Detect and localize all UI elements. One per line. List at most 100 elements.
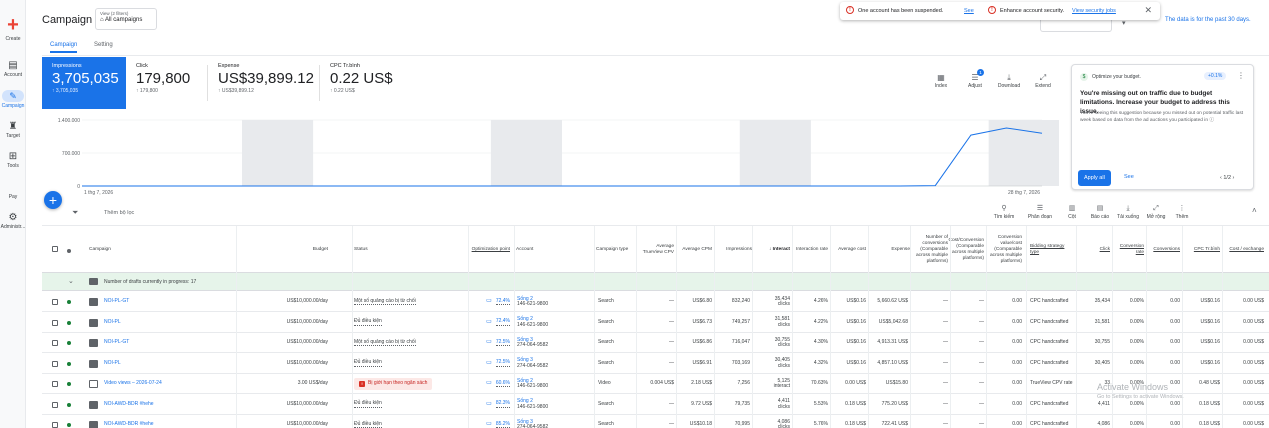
search-button[interactable]: ⚲ Tìm kiếm xyxy=(990,204,1018,220)
row-checkbox[interactable] xyxy=(52,360,58,367)
col-conversion-value[interactable]: Conversion value/cost (Comparable across… xyxy=(986,230,1022,270)
adjust-button[interactable]: ☰ Adjust 1 xyxy=(960,69,990,89)
optimization-cell[interactable]: ▭ 72.4% xyxy=(468,313,510,333)
row-checkbox[interactable] xyxy=(52,381,58,387)
download-table-button[interactable]: ⤓ Tải xuống xyxy=(1114,204,1142,220)
optimization-cell[interactable]: ▭ 82.3% xyxy=(468,395,510,415)
campaign-name-link[interactable]: NOI-PL-GT xyxy=(104,299,129,305)
col-campaign[interactable]: Campaign xyxy=(89,230,229,270)
metric-click[interactable]: Click 179,800 ↑ 179,800 xyxy=(126,57,208,109)
col-budget[interactable]: Budget xyxy=(236,230,328,270)
chevron-up-icon[interactable]: ˄ xyxy=(1252,206,1257,215)
col-impressions[interactable]: Impressions xyxy=(714,230,752,270)
create-button[interactable]: + Create xyxy=(0,14,26,42)
col-avg-cost[interactable]: Average cost xyxy=(830,230,866,270)
table-row[interactable]: NOI-PL US$10,000.00/day Đủ điều kiện ▭ 72.4%… xyxy=(42,313,1269,333)
table-row[interactable]: NOI-AWD-BDR #hehe US$10,000.00/day Đủ điều… xyxy=(42,395,1269,415)
col-optimization[interactable]: Optimization point xyxy=(472,247,510,253)
tab-campaign[interactable]: Campaign xyxy=(50,42,78,53)
col-interaction-rate[interactable]: Interaction rate xyxy=(792,230,828,270)
budget-cell[interactable]: US$10,000.00/day xyxy=(236,415,328,428)
row-checkbox[interactable] xyxy=(52,319,58,326)
optimization-cell[interactable]: ▭ 72.4% xyxy=(468,292,510,312)
download-button[interactable]: ⤓ Download xyxy=(994,73,1024,89)
segment-button[interactable]: ☰ Phân đoạn xyxy=(1026,204,1054,220)
rail-item-tools[interactable]: ⊞ Tools xyxy=(0,151,26,169)
table-row[interactable]: NOI-PL-GT US$10,000.00/day Một số quảng cá… xyxy=(42,292,1269,312)
row-checkbox[interactable] xyxy=(52,299,58,305)
index-button[interactable]: ▦ Index xyxy=(926,73,956,89)
budget-cell[interactable]: 3.00 US$/day xyxy=(236,374,328,394)
see-button[interactable]: See xyxy=(1124,174,1134,180)
date-range-selector[interactable] xyxy=(1040,20,1112,32)
alert-see-link[interactable]: See xyxy=(964,8,974,14)
col-status[interactable]: Status xyxy=(354,230,464,270)
rail-item-account[interactable]: ▤ Account xyxy=(0,60,26,78)
col-cpc[interactable]: CPC Tr.bình xyxy=(1194,247,1220,253)
table-row[interactable]: NOI-PL US$10,000.00/day Đủ điều kiện ▭ 72.5%… xyxy=(42,354,1269,374)
extend-button[interactable]: ⤢ Extend xyxy=(1028,73,1058,89)
table-row[interactable]: NOI-PL-GT US$10,000.00/day Một số quảng cá… xyxy=(42,333,1269,353)
chevron-right-icon[interactable]: › xyxy=(1231,175,1235,181)
columns-button[interactable]: ▥ Cột xyxy=(1058,204,1086,220)
rail-item-admin[interactable]: ⚙ Administr... xyxy=(0,212,26,230)
more-vert-icon[interactable]: ⋮ xyxy=(1237,71,1245,80)
col-conversions[interactable]: Conversions xyxy=(1153,247,1180,253)
col-expense[interactable]: Expense xyxy=(868,230,910,270)
budget-cell[interactable]: US$10,000.00/day xyxy=(236,333,328,353)
optimization-cell[interactable]: ▭ 60.6% xyxy=(468,374,510,394)
optimization-cell[interactable]: ▭ 85.2% xyxy=(468,415,510,428)
select-all-checkbox[interactable] xyxy=(52,246,58,252)
chevron-down-icon[interactable]: ⌄ xyxy=(68,277,74,285)
metric-cpc[interactable]: CPC Tr.bình 0.22 US$ ↑ 0.22 US$ xyxy=(320,57,410,109)
col-avg-tv-cpv[interactable]: Average TrueView CPV xyxy=(638,230,674,270)
metric-expense[interactable]: Expense US$39,899.12 ↑ US$39,899.12 xyxy=(208,57,320,109)
conversions-cell: 0.00 xyxy=(1170,339,1180,346)
col-conversions-comparable[interactable]: Number of conversions (Comparable across… xyxy=(910,230,948,270)
col-cost-conversion[interactable]: Cost/Conversion (Comparable across multi… xyxy=(949,230,984,270)
optimization-cell[interactable]: ▭ 72.5% xyxy=(468,354,510,374)
table-row[interactable]: Video views – 2026-07-24 3.00 US$/day ! Bị … xyxy=(42,374,1269,394)
row-checkbox[interactable] xyxy=(52,340,58,346)
search-campaign-icon xyxy=(89,318,98,327)
col-avg-cpm[interactable]: Average CPM xyxy=(678,230,712,270)
cpm-cell: US$6.91 xyxy=(692,359,712,366)
row-checkbox[interactable] xyxy=(52,401,58,408)
budget-cell[interactable]: US$10,000.00/day xyxy=(236,313,328,333)
row-checkbox[interactable] xyxy=(52,422,58,428)
table-row[interactable]: NOI-AWD-BDR #hehe US$10,000.00/day Đủ điều… xyxy=(42,415,1269,428)
apply-all-button[interactable]: Apply all xyxy=(1078,170,1111,186)
campaign-name-link[interactable]: NOI-PL-GT xyxy=(104,340,129,346)
campaign-name-link[interactable]: NOI-PL xyxy=(104,319,121,326)
campaign-name-link[interactable]: NOI-PL xyxy=(104,360,121,367)
metric-impressions[interactable]: Impressions 3,705,035 ↑ 3,705,035 xyxy=(42,57,126,109)
budget-cell[interactable]: US$10,000.00/day xyxy=(236,395,328,415)
budget-cell[interactable]: US$10,000.00/day xyxy=(236,354,328,374)
tab-setting[interactable]: Setting xyxy=(94,42,113,48)
view-security-link[interactable]: View security jobs xyxy=(1072,8,1116,14)
close-icon[interactable]: ✕ xyxy=(1144,5,1152,16)
col-interact[interactable]: ↓ Interact xyxy=(754,230,790,270)
col-click[interactable]: Click xyxy=(1100,247,1110,253)
report-button[interactable]: ▤ Báo cáo xyxy=(1086,204,1114,220)
campaign-name-link[interactable]: NOI-AWD-BDR #hehe xyxy=(104,401,154,408)
col-conversion-rate[interactable]: Conversion rate xyxy=(1112,244,1144,256)
campaign-name-link[interactable]: NOI-AWD-BDR #hehe xyxy=(104,422,154,428)
col-bidding[interactable]: Bidding strategy type xyxy=(1030,244,1074,256)
chevron-down-icon[interactable]: ▾ xyxy=(1122,19,1126,27)
col-type[interactable]: Campaign type xyxy=(596,230,636,270)
expand-button[interactable]: ⤢ Mở rộng xyxy=(1142,204,1170,220)
rail-item-pay[interactable]: Pay xyxy=(0,194,26,200)
view-selector[interactable]: View (2 filters) ⌂ All campaigns xyxy=(95,8,157,30)
optimization-cell[interactable]: ▭ 72.5% xyxy=(468,333,510,353)
col-cost-exchange[interactable]: Cost / exchange xyxy=(1229,247,1264,253)
more-button[interactable]: ⋮ Thêm xyxy=(1168,204,1196,220)
rail-item-target[interactable]: ♜ Target xyxy=(0,121,26,139)
add-filter-input[interactable]: Thêm bộ lọc xyxy=(104,210,134,216)
campaign-name-link[interactable]: Video views – 2026-07-24 xyxy=(104,381,162,387)
budget-cell[interactable]: US$10,000.00/day xyxy=(236,292,328,312)
filter-icon[interactable]: ⏷ xyxy=(72,208,78,218)
col-account[interactable]: Account xyxy=(516,230,592,270)
drafts-group-row[interactable]: ⌄ Number of drafts currently in progress… xyxy=(42,273,1269,291)
rail-item-campaign[interactable]: ✎ Campaign xyxy=(0,90,26,109)
